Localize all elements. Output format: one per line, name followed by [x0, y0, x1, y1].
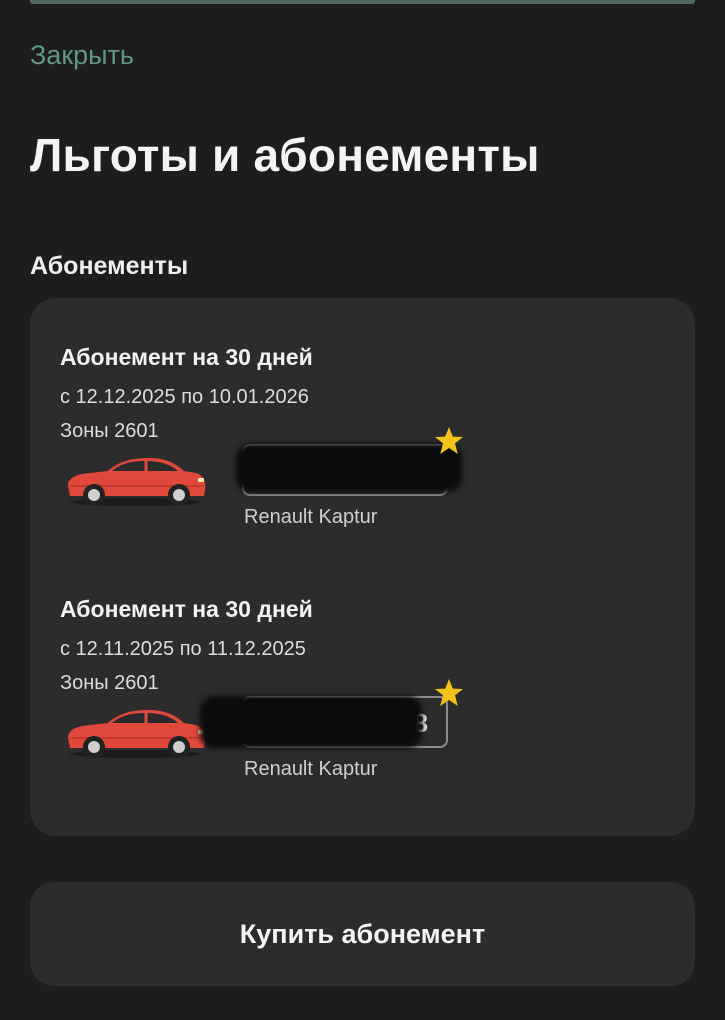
red-sedan-icon — [68, 710, 206, 758]
sheet-top-strip — [30, 0, 695, 4]
star-icon — [435, 427, 463, 454]
subscription-item[interactable]: Абонемент на 30 дней с 12.12.2025 по 10.… — [60, 344, 660, 544]
section-title: Абонементы — [30, 252, 189, 280]
car-model: Renault Kaptur — [244, 506, 378, 528]
subscriptions-card: Абонемент на 30 дней с 12.12.2025 по 10.… — [30, 298, 695, 836]
subscription-item[interactable]: Абонемент на 30 дней с 12.11.2025 по 11.… — [60, 596, 660, 796]
subscription-dates: с 12.12.2025 по 10.01.2026 — [60, 386, 309, 408]
subscription-name: Абонемент на 30 дней — [60, 596, 313, 622]
red-sedan-icon — [68, 458, 206, 506]
subscription-zones: Зоны 2601 — [60, 420, 159, 442]
subscription-zones: Зоны 2601 — [60, 672, 159, 694]
close-link[interactable]: Закрыть — [30, 40, 134, 71]
buy-subscription-button[interactable]: Купить абонемент — [30, 882, 695, 986]
subscription-dates: с 12.11.2025 по 11.12.2025 — [60, 638, 306, 660]
star-icon — [435, 679, 463, 706]
redaction-mark — [236, 444, 462, 492]
page-title: Льготы и абонементы — [30, 129, 540, 181]
subscription-name: Абонемент на 30 дней — [60, 344, 313, 370]
car-model: Renault Kaptur — [244, 758, 378, 780]
redaction-mark — [200, 696, 422, 748]
